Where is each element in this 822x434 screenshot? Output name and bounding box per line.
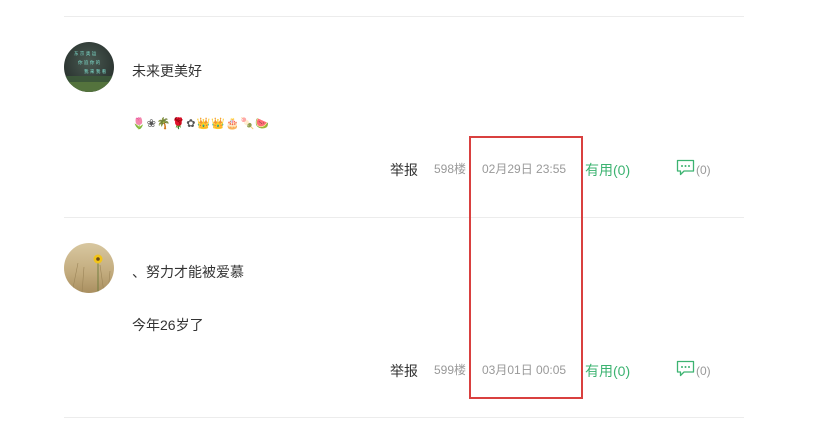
report-button[interactable]: 举报 xyxy=(390,161,418,179)
useful-button[interactable]: 有用(0) xyxy=(585,161,630,179)
reply-count: (0) xyxy=(696,364,711,378)
avatar-caption-line: 我 来 我 看 xyxy=(84,68,107,75)
floor-number: 598楼 xyxy=(434,162,467,176)
reply-button[interactable]: (0) xyxy=(676,360,711,382)
comment-content: 🌷❀🌴🌹✿👑👑🎂🍡🍉 xyxy=(132,117,271,130)
avatar-caption-line: 你 追 你 的 xyxy=(78,59,101,66)
comment-content: 今年26岁了 xyxy=(132,317,204,333)
floor-number: 599楼 xyxy=(434,363,467,377)
useful-button[interactable]: 有用(0) xyxy=(585,362,630,380)
divider xyxy=(64,217,744,218)
comment-bubble-icon xyxy=(676,360,695,382)
reply-button[interactable]: (0) xyxy=(676,159,711,181)
divider-bottom xyxy=(64,417,744,418)
avatar[interactable] xyxy=(64,243,114,293)
username[interactable]: 未来更美好 xyxy=(132,62,202,80)
divider-top xyxy=(64,16,744,17)
avatar[interactable]: 东 京 奥 运 你 追 你 的 我 来 我 看 xyxy=(64,42,114,92)
username[interactable]: 、努力才能被爱慕 xyxy=(132,263,244,281)
timestamp-highlight-box xyxy=(469,136,583,399)
avatar-caption-line: 东 京 奥 运 xyxy=(74,50,97,57)
reply-count: (0) xyxy=(696,163,711,177)
comment-bubble-icon xyxy=(676,159,695,181)
report-button[interactable]: 举报 xyxy=(390,362,418,380)
